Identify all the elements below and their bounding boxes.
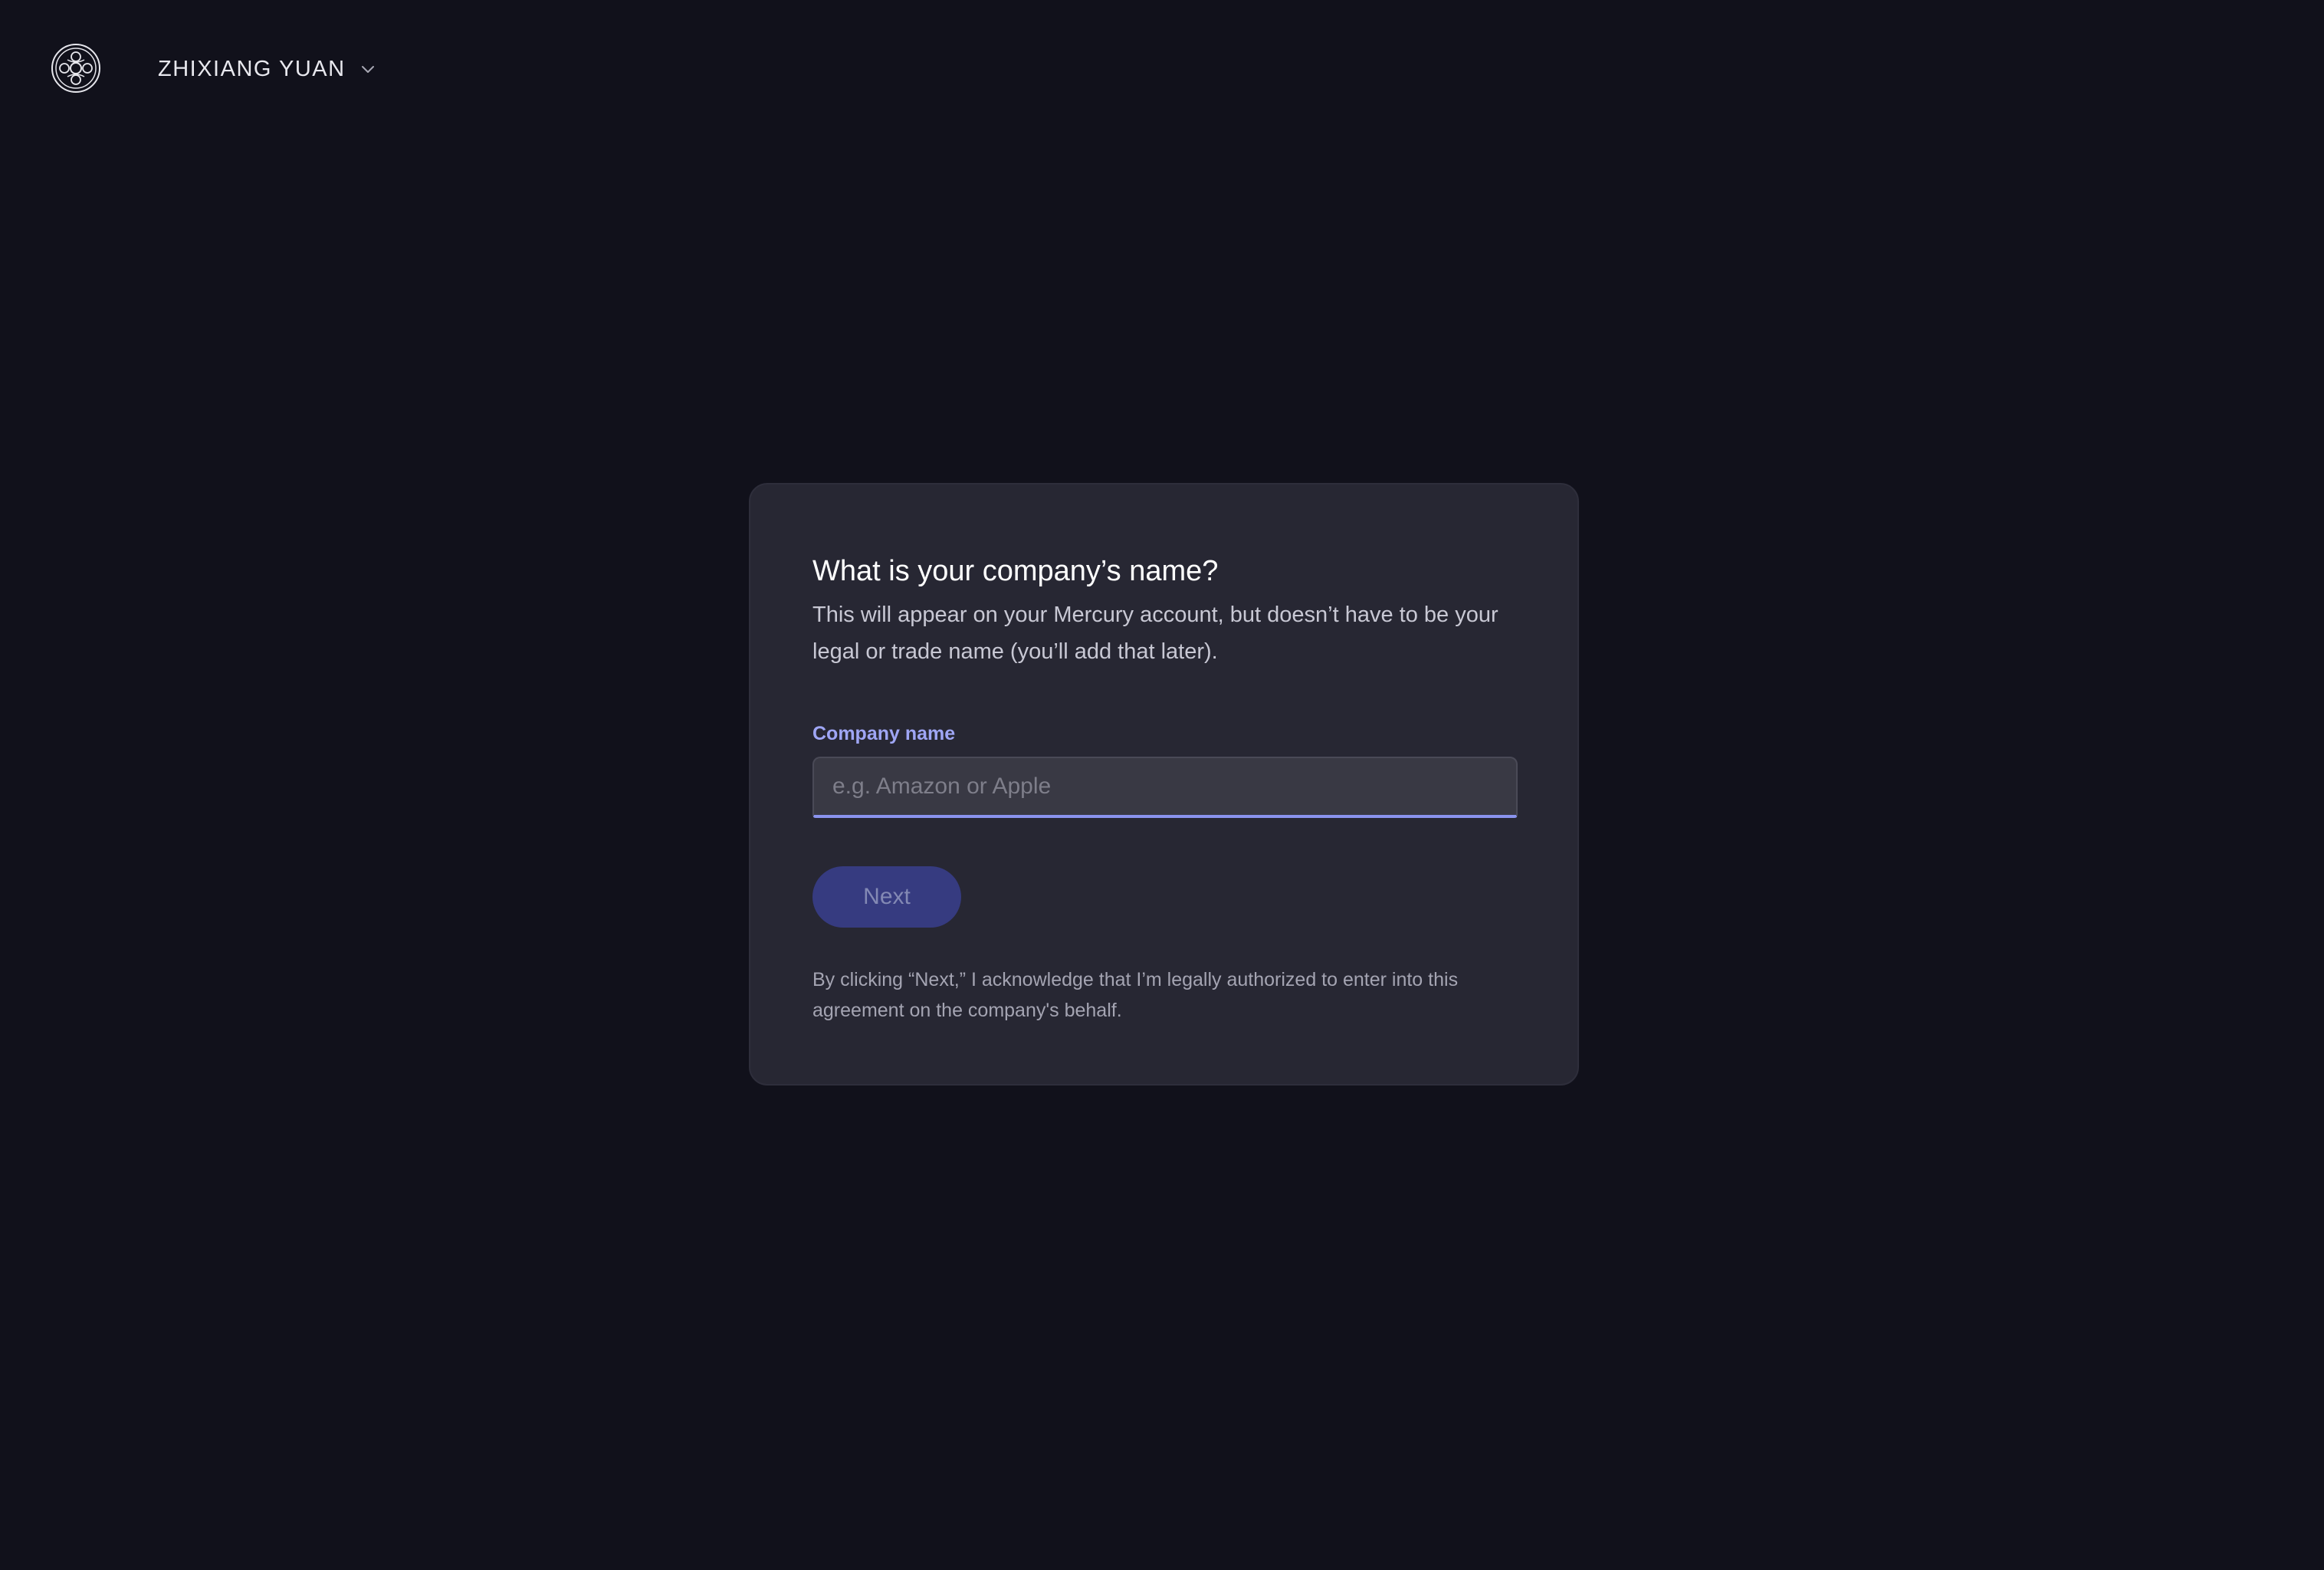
page-title: What is your company’s name? — [812, 555, 1219, 587]
chevron-down-icon — [361, 66, 374, 73]
next-button[interactable]: Next — [812, 866, 961, 928]
account-name: ZHIXIANG YUAN — [158, 57, 346, 81]
mercury-logo-icon[interactable] — [51, 43, 101, 94]
company-name-label: Company name — [812, 723, 956, 744]
page-subtitle: This will appear on your Mercury account… — [812, 603, 1498, 664]
top-bar: ZHIXIANG YUAN — [0, 0, 2324, 138]
company-name-input[interactable] — [814, 758, 1516, 815]
company-name-field[interactable] — [812, 757, 1518, 818]
company-name-card: What is your company’s name? This will a… — [749, 483, 1579, 1086]
account-switcher[interactable]: ZHIXIANG YUAN — [158, 54, 376, 84]
legal-acknowledgement: By clicking “Next,” I acknowledge that I… — [812, 969, 1459, 1021]
